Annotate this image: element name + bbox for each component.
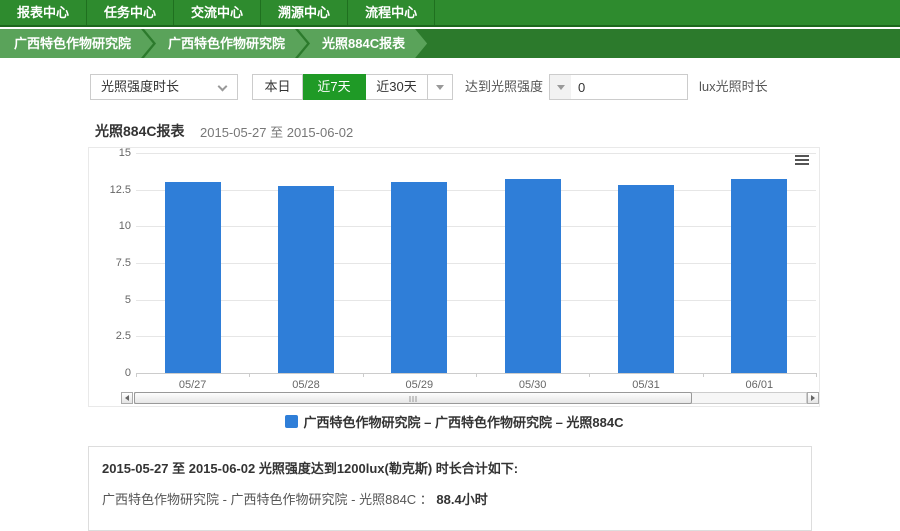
threshold-dropdown-button[interactable] — [549, 74, 572, 100]
nav-item-reports[interactable]: 报表中心 — [0, 0, 87, 25]
chevron-down-icon — [218, 82, 228, 92]
breadcrumb-item-institute-1[interactable]: 广西特色作物研究院 — [0, 29, 153, 58]
bar-05/27[interactable] — [165, 182, 221, 373]
range-button-30days[interactable]: 近30天 — [366, 74, 428, 100]
arrow-right-icon — [811, 395, 815, 401]
metric-select-value: 光照强度时长 — [101, 79, 179, 94]
grid-line — [136, 336, 816, 337]
y-axis-tick-label: 7.5 — [89, 257, 131, 269]
arrow-left-icon — [125, 395, 129, 401]
breadcrumb: 广西特色作物研究院 广西特色作物研究院 光照884C报表 — [0, 29, 900, 58]
scroll-right-button[interactable] — [807, 392, 819, 404]
grid-line — [136, 300, 816, 301]
range-button-7days[interactable]: 近7天 — [303, 74, 366, 100]
nav-item-workflow[interactable]: 流程中心 — [348, 0, 435, 25]
x-axis-tick-label: 05/31 — [589, 379, 702, 391]
bar-06/01[interactable] — [731, 179, 787, 373]
reach-intensity-label: 达到光照强度 — [465, 74, 543, 100]
legend-label: 广西特色作物研究院 – 广西特色作物研究院 – 光照884C — [304, 412, 624, 431]
scrollbar-grip-icon — [410, 396, 417, 402]
x-axis-tick — [363, 373, 364, 377]
x-axis-tick — [703, 373, 704, 377]
grid-line — [136, 226, 816, 227]
x-axis-tick-label: 05/30 — [476, 379, 589, 391]
metric-select[interactable]: 光照强度时长 — [90, 74, 238, 100]
x-axis-tick — [589, 373, 590, 377]
caret-down-icon — [436, 85, 444, 90]
x-axis-tick — [136, 373, 137, 377]
x-axis-tick-label: 05/28 — [249, 379, 362, 391]
y-axis-tick-label: 5 — [89, 294, 131, 306]
range-button-today[interactable]: 本日 — [252, 74, 303, 100]
breadcrumb-item-report[interactable]: 光照884C报表 — [298, 29, 427, 58]
nav-item-tasks[interactable]: 任务中心 — [87, 0, 174, 25]
plot-area: 0 2.5 5 7.5 10 12.5 15 05/2705/2805/2905/3005/3… — [89, 148, 819, 406]
report-title: 光照884C报表 — [95, 121, 184, 141]
legend-marker — [285, 415, 298, 428]
grid-line — [136, 190, 816, 191]
x-axis-tick-label: 05/29 — [363, 379, 476, 391]
grid-line — [136, 153, 816, 154]
bar-05/30[interactable] — [505, 179, 561, 373]
bar-05/29[interactable] — [391, 182, 447, 373]
y-axis-tick-label: 12.5 — [89, 184, 131, 196]
y-axis-tick-label: 10 — [89, 220, 131, 232]
threshold-input[interactable] — [571, 74, 688, 100]
report-date-range: 2015-05-27 至 2015-06-02 — [200, 122, 353, 141]
legend-item[interactable]: 广西特色作物研究院 – 广西特色作物研究院 – 光照884C — [88, 412, 820, 430]
x-axis-tick — [816, 373, 817, 377]
bar-05/31[interactable] — [618, 185, 674, 373]
summary-box: 2015-05-27 至 2015-06-02 光照强度达到1200lux(勒克… — [88, 446, 812, 531]
summary-detail: 广西特色作物研究院 - 广西特色作物研究院 - 光照884C ： 88.4小时 — [102, 489, 798, 508]
scroll-left-button[interactable] — [121, 392, 133, 404]
x-axis-tick — [476, 373, 477, 377]
y-axis-tick-label: 15 — [89, 147, 131, 159]
breadcrumb-item-institute-2[interactable]: 广西特色作物研究院 — [144, 29, 307, 58]
y-axis-tick-label: 0 — [89, 367, 131, 379]
y-axis-tick-label: 2.5 — [89, 330, 131, 342]
nav-item-communication[interactable]: 交流中心 — [174, 0, 261, 25]
scrollbar-thumb[interactable] — [134, 392, 692, 404]
x-axis-tick — [249, 373, 250, 377]
bar-05/28[interactable] — [278, 186, 334, 373]
caret-down-icon — [557, 85, 565, 90]
light-duration-chart: 0 2.5 5 7.5 10 12.5 15 05/2705/2805/2905/3005/3… — [88, 147, 820, 407]
nav-item-traceability[interactable]: 溯源中心 — [261, 0, 348, 25]
grid-line — [136, 263, 816, 264]
unit-label: lux光照时长 — [699, 74, 768, 100]
x-axis-tick-label: 06/01 — [703, 379, 816, 391]
top-nav: 报表中心 任务中心 交流中心 溯源中心 流程中心 — [0, 0, 900, 27]
summary-title: 2015-05-27 至 2015-06-02 光照强度达到1200lux(勒克… — [102, 458, 798, 477]
range-dropdown-button[interactable] — [428, 74, 453, 100]
date-range-button-group: 本日 近7天 近30天 — [252, 74, 453, 100]
x-axis-tick-label: 05/27 — [136, 379, 249, 391]
